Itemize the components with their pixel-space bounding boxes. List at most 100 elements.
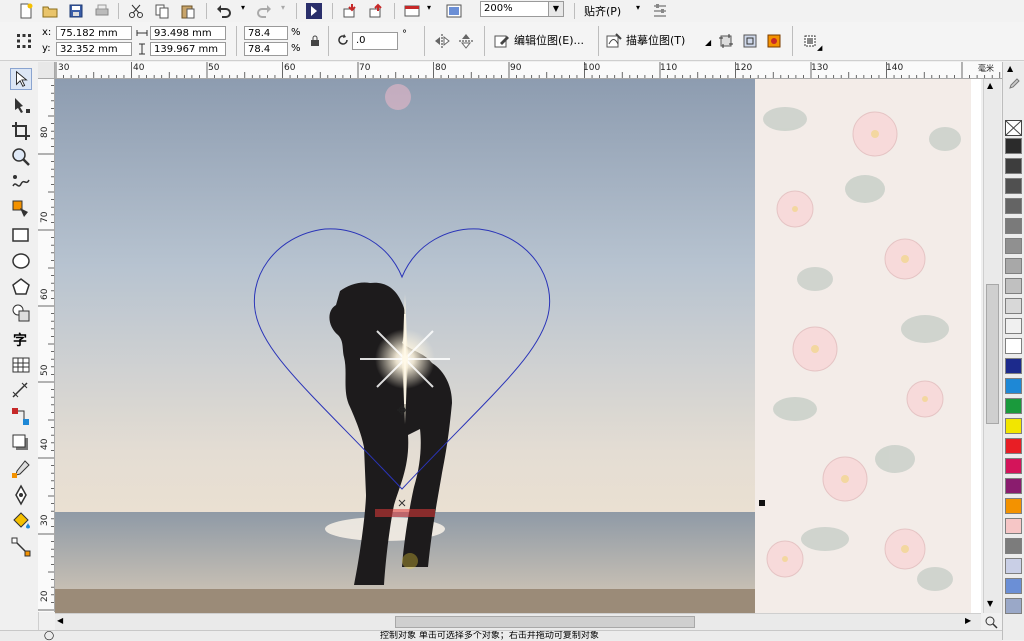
color-swatch[interactable] [1005, 218, 1022, 234]
color-swatch[interactable] [1005, 518, 1022, 534]
color-swatch[interactable] [1005, 378, 1022, 394]
color-swatch[interactable] [1005, 358, 1022, 374]
rectangle-tool-icon[interactable] [10, 224, 32, 246]
new-document-icon[interactable] [18, 3, 34, 19]
color-swatch[interactable] [1005, 598, 1022, 614]
connector-tool-icon[interactable] [10, 406, 32, 428]
zoom-tool-icon[interactable] [10, 146, 32, 168]
palette-scroll-up-icon[interactable]: ▲ [1007, 64, 1013, 73]
eyedropper-tool-icon[interactable] [10, 458, 32, 480]
color-swatch[interactable] [1005, 498, 1022, 514]
color-swatch[interactable] [1005, 398, 1022, 414]
heart-outline-shape[interactable] [55, 79, 981, 613]
trace-bitmap-icon[interactable] [606, 33, 622, 49]
color-swatch[interactable] [1005, 178, 1022, 194]
save-icon[interactable] [68, 3, 84, 19]
color-swatch[interactable] [1005, 538, 1022, 554]
crop-bitmap-icon[interactable] [718, 33, 734, 49]
horizontal-ruler[interactable]: 30 40 50 60 70 80 90 100 110 120 130 140… [38, 62, 1002, 79]
color-swatch[interactable] [1005, 578, 1022, 594]
scroll-up-arrow-icon[interactable]: ▲ [987, 81, 993, 90]
vertical-scrollbar[interactable]: ▲ ▼ [983, 79, 1001, 613]
color-swatch[interactable] [1005, 418, 1022, 434]
paste-icon[interactable] [180, 3, 196, 19]
wrap-dropdown-icon[interactable]: ◢ [817, 44, 822, 52]
trace-dropdown-icon[interactable]: ◢ [705, 38, 711, 47]
search-content-icon[interactable] [306, 3, 322, 19]
open-icon[interactable] [42, 3, 58, 19]
scroll-down-arrow-icon[interactable]: ▼ [987, 599, 993, 608]
interactive-fill-tool-icon[interactable] [10, 536, 32, 558]
horizontal-scrollbar[interactable]: ◀ ▶ [55, 613, 981, 631]
y-position-field[interactable]: 32.352 mm [56, 42, 132, 56]
fill-tool-icon[interactable] [10, 510, 32, 532]
mirror-vertical-icon[interactable] [458, 33, 474, 49]
no-color-swatch[interactable] [1005, 120, 1022, 136]
palette-eyedropper-icon[interactable] [1007, 78, 1020, 91]
mirror-horizontal-icon[interactable] [434, 33, 450, 49]
color-swatch[interactable] [1005, 338, 1022, 354]
horizontal-scroll-thumb[interactable] [395, 616, 695, 628]
rotation-angle-field[interactable]: .0 [352, 32, 398, 50]
redo-icon[interactable] [256, 3, 272, 19]
zoom-dropdown-icon[interactable]: ▼ [548, 2, 563, 16]
resample-icon[interactable] [742, 33, 758, 49]
vertical-scroll-thumb[interactable] [986, 284, 999, 424]
copy-icon[interactable] [154, 3, 170, 19]
color-swatch[interactable] [1005, 558, 1022, 574]
options-icon[interactable] [652, 3, 668, 19]
bitmap-color-mask-icon[interactable] [766, 33, 782, 49]
import-icon[interactable] [342, 3, 358, 19]
edit-bitmap-icon[interactable] [494, 33, 510, 49]
snap-to-menu[interactable]: 贴齐(P) [584, 3, 621, 19]
color-swatch[interactable] [1005, 478, 1022, 494]
polygon-tool-icon[interactable] [10, 276, 32, 298]
scale-y-field[interactable]: 78.4 [244, 42, 288, 56]
drop-shadow-tool-icon[interactable] [10, 432, 32, 454]
freehand-tool-icon[interactable] [10, 172, 32, 194]
color-swatch[interactable] [1005, 158, 1022, 174]
redo-dropdown-icon[interactable]: ▾ [281, 3, 285, 12]
launcher-dropdown-icon[interactable]: ▾ [427, 3, 431, 12]
edit-bitmap-button[interactable]: 编辑位图(E)... [514, 34, 584, 48]
export-icon[interactable] [368, 3, 384, 19]
dimension-tool-icon[interactable] [10, 380, 32, 402]
vertical-ruler[interactable]: 80 70 60 50 40 30 20 [38, 78, 55, 612]
height-field[interactable]: 139.967 mm [150, 42, 226, 56]
shape-tool-icon[interactable] [10, 94, 32, 116]
text-tool-icon[interactable]: 字 [13, 330, 27, 350]
undo-icon[interactable] [216, 3, 232, 19]
cut-icon[interactable] [128, 3, 144, 19]
scale-x-field[interactable]: 78.4 [244, 26, 288, 40]
color-swatch[interactable] [1005, 318, 1022, 334]
width-field[interactable]: 93.498 mm [150, 26, 226, 40]
scroll-right-arrow-icon[interactable]: ▶ [965, 616, 971, 625]
color-swatch[interactable] [1005, 198, 1022, 214]
ruler-origin-corner[interactable] [38, 62, 55, 79]
object-origin-icon[interactable] [16, 33, 32, 49]
trace-bitmap-button[interactable]: 描摹位图(T) [626, 34, 685, 48]
scroll-left-arrow-icon[interactable]: ◀ [57, 616, 63, 625]
x-position-field[interactable]: 75.182 mm [56, 26, 132, 40]
color-swatch[interactable] [1005, 298, 1022, 314]
color-swatch[interactable] [1005, 438, 1022, 454]
welcome-screen-icon[interactable] [446, 3, 462, 19]
table-tool-icon[interactable] [10, 354, 32, 376]
ellipse-tool-icon[interactable] [10, 250, 32, 272]
lock-ratio-icon[interactable] [309, 35, 321, 47]
crop-tool-icon[interactable] [10, 120, 32, 142]
color-swatch[interactable] [1005, 238, 1022, 254]
application-launcher-icon[interactable] [404, 3, 420, 19]
pick-tool-icon[interactable] [10, 68, 32, 90]
outline-tool-icon[interactable] [10, 484, 32, 506]
color-swatch[interactable] [1005, 278, 1022, 294]
undo-dropdown-icon[interactable]: ▾ [241, 3, 245, 12]
basic-shapes-tool-icon[interactable] [10, 302, 32, 324]
color-swatch[interactable] [1005, 138, 1022, 154]
drawing-canvas[interactable] [55, 79, 981, 613]
navigator-zoom-icon[interactable] [985, 616, 998, 629]
color-swatch[interactable] [1005, 458, 1022, 474]
smart-fill-tool-icon[interactable] [10, 198, 32, 220]
print-icon[interactable] [94, 3, 110, 19]
color-swatch[interactable] [1005, 258, 1022, 274]
